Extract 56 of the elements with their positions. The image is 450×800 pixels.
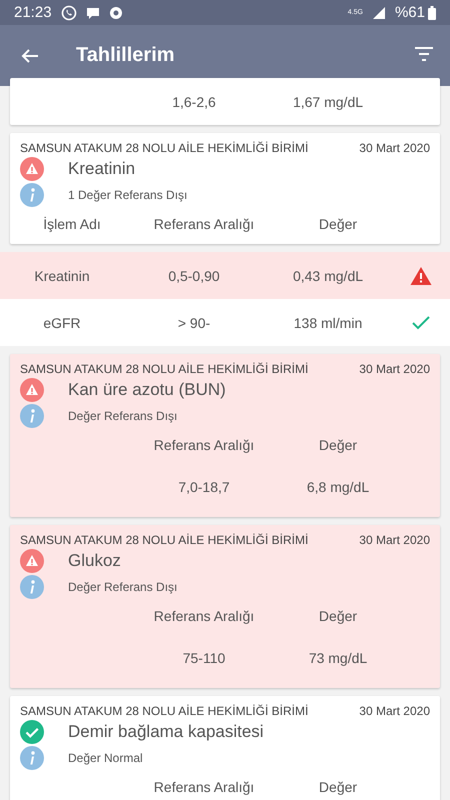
institution-name: SAMSUN ATAKUM 28 NOLU AİLE HEKİMLİĞİ BİRİMİ [20,704,308,718]
column-header: İşlem Adı [43,216,101,232]
result-summary: 1 Değer Referans Dışı [68,188,188,202]
result-date: 30 Mart 2020 [359,704,430,718]
institution-name: SAMSUN ATAKUM 28 NOLU AİLE HEKİMLİĞİ BİRİMİ [20,141,308,155]
info-icon [20,746,44,770]
result-row[interactable]: eGFR > 90- 138 ml/min [0,299,450,346]
signal-icon [372,6,386,20]
institution-name: SAMSUN ATAKUM 28 NOLU AİLE HEKİMLİĞİ BİRİMİ [20,362,308,376]
result-card[interactable]: SAMSUN ATAKUM 28 NOLU AİLE HEKİMLİĞİ BİRİMİ 30 Mart 2020 Kan üre azotu (BUN) Değer Referans Dışı Referans Aralığı Değer 7,0-18,7 6,8 mg/dL [10,354,440,517]
info-icon [20,404,44,428]
test-name: Kan üre azotu (BUN) [68,380,226,400]
column-header: Değer [318,779,358,795]
table-cell: 0,5-0,90 [168,268,220,284]
table-cell: 1,67 mg/dL [292,94,364,110]
info-icon [20,183,44,207]
page-title: Tahlillerim [76,44,175,67]
column-header: Referans Aralığı [154,608,254,624]
column-header: Referans Aralığı [154,779,254,795]
column-header: Değer [318,608,358,624]
table-cell: 1,6-2,6 [172,94,216,110]
result-card[interactable]: SAMSUN ATAKUM 28 NOLU AİLE HEKİMLİĞİ BİRİMİ 30 Mart 2020 Kreatinin 1 Değer Referans Dışı İşlem Adı Referans Aralığı Değer [10,133,440,244]
result-date: 30 Mart 2020 [359,533,430,547]
message-icon [86,6,100,20]
column-header: Değer [318,216,358,232]
result-summary: Değer Referans Dışı [68,409,178,423]
battery-percent: %61 [394,4,425,21]
battery-icon [428,6,436,20]
result-summary: Değer Referans Dışı [68,580,178,594]
test-name: Kreatinin [68,159,136,179]
institution-name: SAMSUN ATAKUM 28 NOLU AİLE HEKİMLİĞİ BİRİMİ [20,533,308,547]
table-cell: 75-110 [182,650,226,666]
test-name: Glukoz [68,551,121,571]
table-cell: eGFR [43,314,81,330]
info-icon [20,575,44,599]
table-cell: > 90- [178,314,210,330]
filter-icon [414,46,434,62]
clock-time: 21:23 [14,4,52,21]
table-cell: 6,8 mg/dL [306,479,370,495]
test-name: Demir bağlama kapasitesi [68,722,264,742]
column-header: Referans Aralığı [154,437,254,453]
browser-icon [108,6,123,20]
result-row[interactable]: Kreatinin 0,5-0,90 0,43 mg/dL [0,252,450,299]
result-summary: Değer Normal [68,751,143,765]
table-cell: 0,43 mg/dL [292,268,364,284]
table-cell: 138 ml/min [294,314,362,330]
result-card[interactable]: SAMSUN ATAKUM 28 NOLU AİLE HEKİMLİĞİ BİRİMİ 30 Mart 2020 Demir bağlama kapasitesi Değer Normal Referans Aralığı Değer [10,696,440,800]
table-cell: Kreatinin [34,268,90,284]
column-header: Değer [318,437,358,453]
table-cell: 73 mg/dL [308,650,368,666]
result-date: 30 Mart 2020 [359,362,430,376]
table-cell: 7,0-18,7 [178,479,230,495]
result-card[interactable]: 1,6-2,6 1,67 mg/dL [10,78,440,125]
result-date: 30 Mart 2020 [359,141,430,155]
result-card[interactable]: SAMSUN ATAKUM 28 NOLU AİLE HEKİMLİĞİ BİRİMİ 30 Mart 2020 Glukoz Değer Referans Dışı Referans Aralığı Değer 75-110 73 mg/dL [10,525,440,688]
column-header: Referans Aralığı [154,216,254,232]
